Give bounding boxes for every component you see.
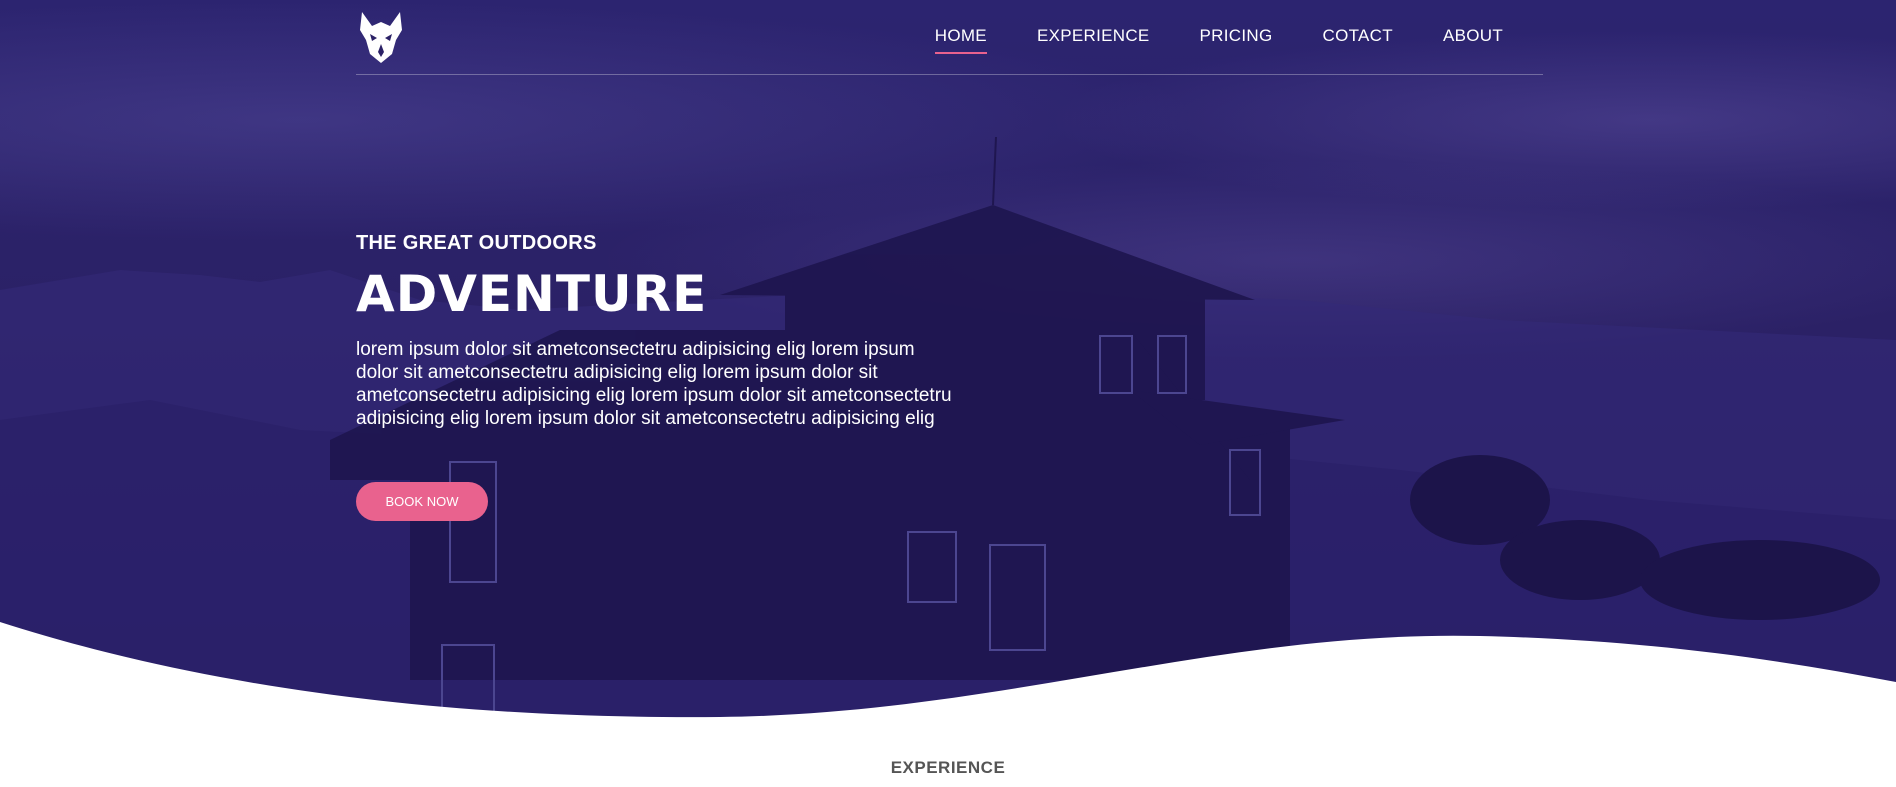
nav-link-home[interactable]: HOME xyxy=(934,26,987,54)
hero-section: HOME EXPERIENCE PRICING COTACT ABOUT THE… xyxy=(0,0,1896,720)
hero-eyebrow: THE GREAT OUTDOORS xyxy=(356,232,597,254)
experience-section-title: EXPERIENCE xyxy=(890,758,1006,777)
hero-title: ADVENTURE xyxy=(356,265,708,323)
wolf-logo-icon[interactable] xyxy=(358,10,404,64)
nav-link-contact[interactable]: COTACT xyxy=(1323,26,1393,54)
hero-description: lorem ipsum dolor sit ametconsectetru ad… xyxy=(356,339,952,429)
nav-link-pricing[interactable]: PRICING xyxy=(1200,26,1273,54)
nav-link-experience[interactable]: EXPERIENCE xyxy=(1037,26,1150,54)
book-now-button[interactable]: BOOK NOW xyxy=(356,482,488,521)
hero-wave-divider xyxy=(0,622,1896,720)
nav-link-about[interactable]: ABOUT xyxy=(1443,26,1503,54)
site-header: HOME EXPERIENCE PRICING COTACT ABOUT xyxy=(356,0,1543,75)
main-nav: HOME EXPERIENCE PRICING COTACT ABOUT xyxy=(934,26,1503,54)
hero-content: THE GREAT OUTDOORS ADVENTURE lorem ipsum… xyxy=(356,232,956,521)
